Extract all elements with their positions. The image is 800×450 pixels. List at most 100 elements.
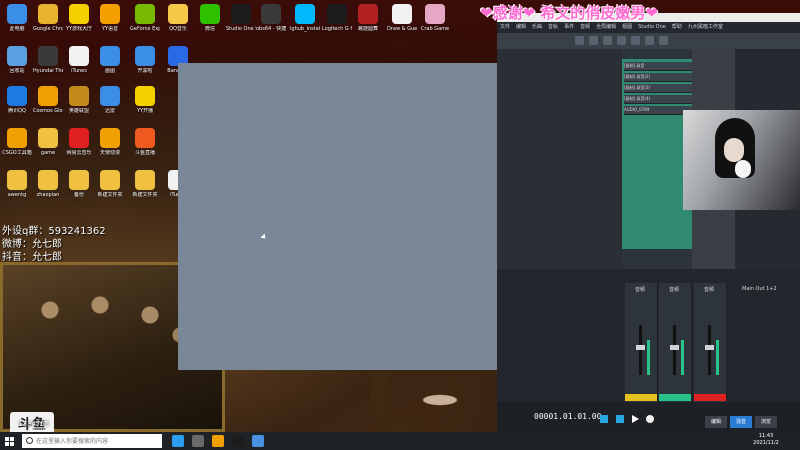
range-tool-icon[interactable] xyxy=(589,36,598,45)
daw-tab[interactable]: 混音 xyxy=(730,416,752,428)
desktop-icon[interactable]: CSGO工具箱 xyxy=(2,128,32,156)
mute-tool-icon[interactable] xyxy=(645,36,654,45)
wallpaper-figures xyxy=(20,280,200,410)
daw-menu-item[interactable]: Studio One xyxy=(638,24,666,30)
app-icon xyxy=(69,86,89,106)
taskbar-active-app-icon[interactable] xyxy=(252,435,264,447)
app-icon xyxy=(69,128,89,148)
taskbar-folder-icon[interactable] xyxy=(212,435,224,447)
daw-menu-item[interactable]: 音轨 xyxy=(548,24,558,30)
desktop-icon[interactable]: 开黑啦 xyxy=(130,46,160,74)
daw-menu-item[interactable]: 帮助 xyxy=(672,24,682,30)
desktop-icon-label: 螺旋圆舞 xyxy=(357,26,378,32)
desktop-icon[interactable]: 螺旋圆舞 xyxy=(353,4,383,32)
daw-menu-item[interactable]: 文件 xyxy=(500,24,510,30)
desktop-icon[interactable]: YY游戏大厅 xyxy=(64,4,94,32)
daw-menu-item[interactable]: 编辑 xyxy=(516,24,526,30)
draw-tool-icon[interactable] xyxy=(631,36,640,45)
webcam-person-face xyxy=(724,138,744,162)
desktop-icon[interactable]: 备份 xyxy=(64,170,94,198)
desktop-icon[interactable]: lghub_installer xyxy=(290,4,320,32)
eraser-tool-icon[interactable] xyxy=(617,36,626,45)
daw-clip[interactable]: [复制].录音 xyxy=(624,62,692,71)
desktop-icon[interactable]: 网易云音乐 xyxy=(64,128,94,156)
app-icon xyxy=(7,86,27,106)
desktop-icon[interactable]: Draw & Guess xyxy=(387,4,417,32)
desktop-icon[interactable]: Studio One 5 xyxy=(226,4,256,32)
daw-menu-item[interactable]: 视图 xyxy=(622,24,632,30)
desktop-icon[interactable]: Logitech G HUB xyxy=(322,4,352,32)
desktop-icon[interactable]: 天使动漫 xyxy=(95,128,125,156)
listen-tool-icon[interactable] xyxy=(659,36,668,45)
fader-knob[interactable] xyxy=(705,345,714,350)
desktop-icon[interactable]: Google Chrome xyxy=(33,4,63,32)
taskbar-search-input[interactable] xyxy=(22,434,162,448)
desktop-icon-label: game xyxy=(40,150,56,156)
daw-menu-item[interactable]: 乐曲 xyxy=(532,24,542,30)
desktop-icon-label: lghub_installer xyxy=(290,26,320,32)
play-button[interactable] xyxy=(632,415,639,423)
split-tool-icon[interactable] xyxy=(603,36,612,45)
daw-clip[interactable]: [复制].录音(4) xyxy=(624,95,692,104)
daw-clip[interactable]: AUDIO_0789 xyxy=(624,106,692,115)
desktop-icon[interactable]: 英雄联盟 xyxy=(64,86,94,114)
windows-start-icon[interactable] xyxy=(5,437,14,446)
app-icon xyxy=(261,4,281,24)
desktop-icon[interactable]: 迅雷 xyxy=(95,86,125,114)
daw-clip[interactable]: [复制].录音(3) xyxy=(624,84,692,93)
daw-tab[interactable]: 浏览 xyxy=(755,416,777,428)
desktop-icon[interactable]: GeForce Experience xyxy=(130,4,160,32)
desktop-icon-label: 斗鱼直播 xyxy=(134,150,155,156)
desktop-icon-label: obs64 - 快捷方式 xyxy=(256,26,286,32)
desktop-icon[interactable]: 画图 xyxy=(95,46,125,74)
desktop-icon[interactable]: Cosmos Global Off xyxy=(33,86,63,114)
loop-icon[interactable] xyxy=(600,415,608,423)
daw-tab[interactable]: 编辑 xyxy=(705,416,727,428)
desktop-icon-label: Hyundai The Wave Sound xyxy=(33,68,63,74)
desktop-icon[interactable]: game xyxy=(33,128,63,156)
app-icon xyxy=(135,128,155,148)
desktop-icon-label: CSGO工具箱 xyxy=(2,150,32,156)
desktop-icon[interactable]: iTunes xyxy=(64,46,94,74)
desktop-icon-label: 新建文件夹 xyxy=(132,192,158,198)
clock-date: 2021/11/2 xyxy=(753,440,779,446)
desktop-icon-label: YY游戏大厅 xyxy=(65,26,93,32)
app-icon xyxy=(7,128,27,148)
app-icon xyxy=(168,4,188,24)
desktop-icon[interactable]: QQ音乐 xyxy=(163,4,193,32)
arrow-tool-icon[interactable] xyxy=(575,36,584,45)
desktop-icon[interactable]: 此电脑 xyxy=(2,4,32,32)
desktop-icon[interactable]: awentg xyxy=(2,170,32,198)
desktop-icon[interactable]: 微信 xyxy=(195,4,225,32)
desktop-icon[interactable]: Hyundai The Wave Sound xyxy=(33,46,63,74)
desktop-icon[interactable]: 腾讯QQ xyxy=(2,86,32,114)
desktop-icon[interactable]: 回收站 xyxy=(2,46,32,74)
daw-menu-item[interactable]: 事件 xyxy=(564,24,574,30)
taskbar-studio-one-icon[interactable] xyxy=(232,435,244,447)
app-icon xyxy=(135,86,155,106)
desktop-icon-label: GeForce Experience xyxy=(130,26,160,32)
desktop-icon[interactable]: Crab Game xyxy=(420,4,450,32)
daw-menu-item[interactable]: 九州黑暗工作室 xyxy=(688,24,723,30)
desktop-icon[interactable]: YY语音 xyxy=(95,4,125,32)
daw-menu-item[interactable]: 音频 xyxy=(580,24,590,30)
desktop-icon[interactable]: YY开播 xyxy=(130,86,160,114)
taskbar-edge-icon[interactable] xyxy=(172,435,184,447)
fader-track xyxy=(673,325,676,375)
daw-menu-item[interactable]: 全局编辑 xyxy=(596,24,616,30)
desktop-icon[interactable]: obs64 - 快捷方式 xyxy=(256,4,286,32)
desktop-icon[interactable]: 新建文件夹 xyxy=(130,170,160,198)
desktop-icon[interactable]: 斗鱼直播 xyxy=(130,128,160,156)
taskbar-explorer-icon[interactable] xyxy=(192,435,204,447)
desktop-icon-label: YY语音 xyxy=(101,26,119,32)
app-icon xyxy=(7,4,27,24)
desktop-icon[interactable]: zhaopian xyxy=(33,170,63,198)
record-button[interactable] xyxy=(646,415,654,423)
taskbar-clock[interactable]: 11:43 2021/11/2 xyxy=(752,433,780,447)
daw-clip[interactable]: [复制].录音(2) xyxy=(624,73,692,82)
fader-knob[interactable] xyxy=(670,345,679,350)
fader-knob[interactable] xyxy=(636,345,645,350)
stop-button[interactable] xyxy=(616,415,624,423)
desktop-icon[interactable]: 新建文件夹 xyxy=(95,170,125,198)
fader-track xyxy=(708,325,711,375)
